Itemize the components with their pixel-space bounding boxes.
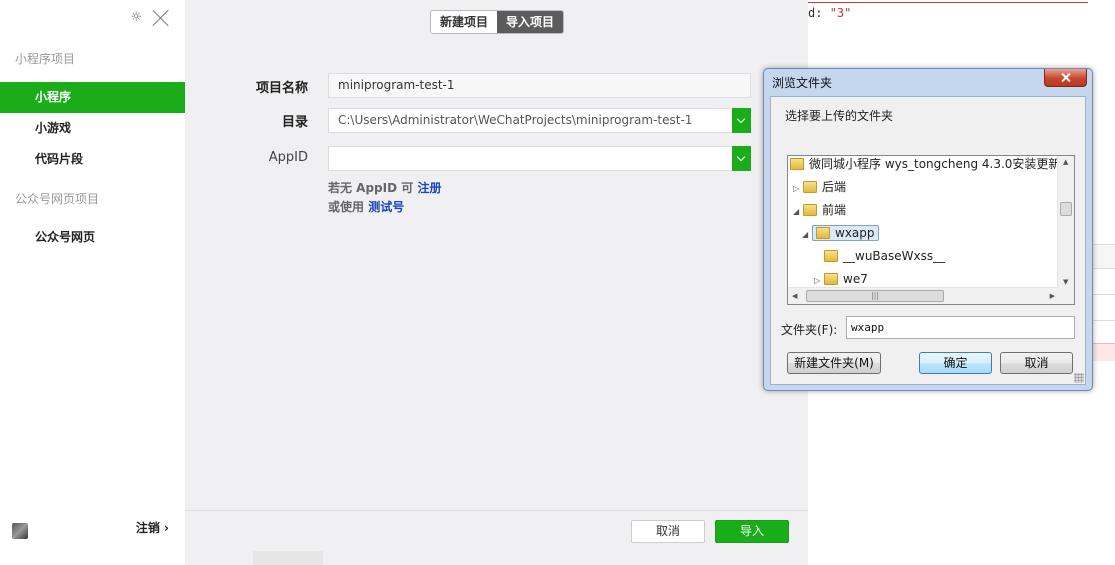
project-name-input[interactable]: miniprogram-test-1	[328, 73, 751, 98]
tree-item[interactable]: ▷ 后端	[793, 176, 846, 198]
folder-icon	[790, 158, 804, 170]
directory-input[interactable]: C:\Users\Administrator\WeChatProjects\mi…	[328, 108, 751, 133]
new-folder-button[interactable]: 新建文件夹(M)	[787, 352, 881, 374]
cancel-button[interactable]: 取消	[631, 520, 705, 543]
test-account-hint: 或使用 测试号	[328, 198, 404, 215]
code-string: "3"	[829, 6, 852, 20]
code-key: d:	[808, 6, 830, 20]
folder-input[interactable]: wxapp	[846, 316, 1075, 339]
expand-icon[interactable]: ▷	[793, 178, 803, 200]
scroll-down-icon[interactable]: ▼	[1063, 278, 1068, 286]
folder-icon	[824, 273, 838, 285]
project-name-label: 项目名称	[255, 81, 308, 96]
code-line: d: "3"	[808, 6, 851, 20]
section-title-miniprogram: 小程序项目	[15, 52, 76, 66]
browse-folder-dialog: 浏览文件夹 选择要上传的文件夹 微同城小程序 wys_tongcheng 4.3…	[763, 68, 1093, 391]
sidebar-item-code-snippet[interactable]: 代码片段	[0, 144, 185, 175]
scroll-thumb[interactable]: |||	[806, 290, 944, 302]
project-tabs: 新建项目 导入项目	[430, 10, 565, 34]
folder-icon	[824, 250, 838, 262]
register-link[interactable]: 注册	[417, 181, 441, 195]
register-hint-text: 若无 AppID 可	[328, 181, 414, 195]
editor-edge	[1093, 320, 1115, 321]
collapse-icon[interactable]: ◢	[802, 224, 812, 246]
tab-new-project[interactable]: 新建项目	[431, 11, 498, 33]
scroll-right-icon[interactable]: ▶	[1050, 292, 1055, 300]
resize-grip[interactable]	[1074, 373, 1084, 383]
sidebar-item-minigame[interactable]: 小游戏	[0, 113, 185, 144]
collapse-icon[interactable]: ◢	[793, 201, 803, 223]
tree-item[interactable]: 微同城小程序 wys_tongcheng 4.3.0安装更新	[790, 156, 1061, 175]
appid-label: AppID	[268, 150, 308, 165]
close-icon[interactable]	[152, 9, 169, 26]
tree-item-label: wxapp	[835, 226, 875, 240]
dialog-description: 选择要上传的文件夹	[785, 109, 894, 123]
scroll-left-icon[interactable]: ◀	[792, 292, 797, 300]
avatar[interactable]	[12, 523, 28, 539]
scroll-up-icon[interactable]: ▲	[1063, 158, 1068, 166]
scroll-thumb[interactable]	[1060, 202, 1072, 216]
tab-import-project[interactable]: 导入项目	[497, 11, 564, 33]
sidebar-item-miniprogram[interactable]: 小程序	[0, 82, 185, 113]
horizontal-scrollbar[interactable]: ◀ ||| ▶	[788, 287, 1059, 304]
folder-label: 文件夹(F):	[781, 323, 838, 337]
tree-item[interactable]: ◢ 前端	[793, 199, 846, 221]
tree-item[interactable]: __wuBaseWxss__	[824, 245, 945, 267]
chevron-down-icon[interactable]	[732, 108, 751, 133]
close-icon[interactable]	[1044, 69, 1087, 87]
tree-item-selected[interactable]: ◢ wxapp	[802, 222, 879, 244]
dialog-title: 浏览文件夹	[772, 76, 833, 90]
ok-button[interactable]: 确定	[919, 352, 992, 374]
directory-label: 目录	[281, 115, 308, 130]
editor-edge	[1093, 294, 1115, 295]
editor-edge	[1093, 244, 1115, 269]
sidebar: ☼ 小程序项目 小程序 小游戏 代码片段 公众号网页项目 公众号网页 注销 ›	[0, 0, 185, 565]
tree-item-label: 前端	[822, 203, 847, 217]
tree-item-label: we7	[843, 272, 868, 286]
folder-icon	[803, 181, 817, 193]
test-account-hint-text: 或使用	[328, 200, 365, 214]
import-project-panel: 新建项目 导入项目 项目名称 miniprogram-test-1 目录 C:\…	[185, 0, 808, 565]
editor-edge	[1093, 343, 1115, 361]
sidebar-item-webpage[interactable]: 公众号网页	[0, 222, 185, 253]
dialog-body: 选择要上传的文件夹 微同城小程序 wys_tongcheng 4.3.0安装更新…	[770, 96, 1086, 385]
tree-item-label: __wuBaseWxss__	[843, 249, 946, 263]
window-controls: ☼	[130, 9, 169, 26]
logout-button[interactable]: 注销 ›	[136, 519, 169, 536]
chevron-down-icon[interactable]	[732, 146, 751, 171]
folder-icon	[803, 204, 817, 216]
import-button[interactable]: 导入	[715, 520, 789, 543]
test-account-link[interactable]: 测试号	[368, 200, 404, 214]
directory-value: C:\Users\Administrator\WeChatProjects\mi…	[338, 113, 693, 127]
tree-item-label: 后端	[822, 180, 847, 194]
section-title-webpage: 公众号网页项目	[15, 192, 100, 206]
register-hint: 若无 AppID 可 注册	[328, 179, 441, 196]
folder-tree[interactable]: 微同城小程序 wys_tongcheng 4.3.0安装更新 ▷ 后端 ◢ 前端 ◢…	[787, 155, 1075, 305]
code-underline	[808, 0, 1088, 3]
tree-item-label: 微同城小程序 wys_tongcheng 4.3.0安装更新	[809, 157, 1061, 171]
scrollbar-stub	[253, 551, 323, 565]
appid-input[interactable]	[328, 146, 751, 171]
footer-divider	[185, 510, 808, 511]
settings-icon[interactable]: ☼	[130, 11, 142, 24]
scroll-corner	[1057, 287, 1074, 304]
folder-icon	[816, 227, 830, 239]
dialog-cancel-button[interactable]: 取消	[1000, 352, 1073, 374]
vertical-scrollbar[interactable]: ▲ ▼	[1057, 156, 1074, 288]
